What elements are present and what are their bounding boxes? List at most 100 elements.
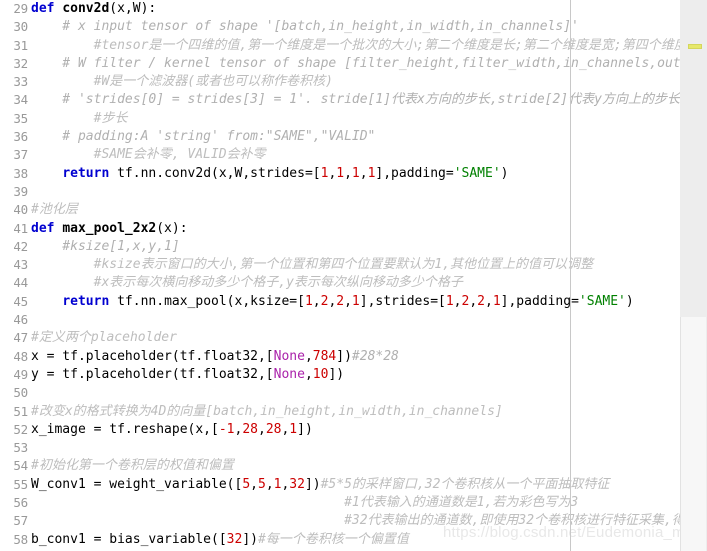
code-line-content[interactable]: b_conv1 = bias_variable([32])#每一个卷积核一个偏置… bbox=[31, 531, 409, 549]
code-line[interactable]: 56 #1代表输入的通道数是1,若为彩色写为3 bbox=[0, 494, 680, 512]
code-line[interactable]: 44 #x表示每次横向移动多少个格子,y表示每次纵向移动多少个格子 bbox=[0, 274, 680, 292]
code-editor[interactable]: https://blog.csdn.net/Eudemonia_mia 29de… bbox=[0, 0, 707, 551]
code-line-content[interactable]: #步长 bbox=[31, 110, 128, 128]
code-line[interactable]: 34 # 'strides[0] = strides[3] = 1'. stri… bbox=[0, 91, 680, 109]
code-token: b_conv1 = bias_variable([ bbox=[31, 531, 227, 547]
code-line-content[interactable]: # W filter / kernel tensor of shape [fil… bbox=[31, 55, 707, 73]
line-number: 58 bbox=[13, 531, 28, 547]
code-token: ) bbox=[500, 165, 509, 181]
code-line-content[interactable]: #x表示每次横向移动多少个格子,y表示每次纵向移动多少个格子 bbox=[31, 274, 463, 292]
code-line-content[interactable]: #ksize[1,x,y,1] bbox=[31, 238, 180, 256]
code-token: ],strides=[ bbox=[359, 293, 446, 309]
code-line-content[interactable]: # x input tensor of shape '[batch,in_hei… bbox=[31, 18, 579, 36]
code-token: 2 bbox=[336, 293, 345, 309]
line-number: 49 bbox=[13, 366, 28, 382]
code-line[interactable]: 35 #步长 bbox=[0, 110, 680, 128]
code-line[interactable]: 39 bbox=[0, 183, 680, 201]
code-line-content[interactable]: #W是一个滤波器(或者也可以称作卷积核) bbox=[31, 73, 333, 91]
code-token: #5*5的采样窗口,32个卷积核从一个平面抽取特征 bbox=[320, 476, 610, 492]
code-token: x = tf.placeholder(tf.float32,[ bbox=[31, 348, 274, 364]
code-token: #32代表输出的通道数,即使用32个卷积核进行特征采集,得到32个 bbox=[31, 513, 707, 529]
code-line[interactable]: 46 bbox=[0, 311, 680, 329]
scrollbar-thumb[interactable] bbox=[680, 317, 706, 551]
code-line-content[interactable]: #改变x的格式转换为4D的向量[batch,in_height,in_width… bbox=[31, 403, 503, 421]
code-line[interactable]: 57 #32代表输出的通道数,即使用32个卷积核进行特征采集,得到32个 bbox=[0, 512, 707, 530]
code-line[interactable]: 32 # W filter / kernel tensor of shape [… bbox=[0, 55, 707, 73]
line-number: 53 bbox=[13, 440, 28, 456]
code-line-content[interactable]: def conv2d(x,W): bbox=[31, 0, 156, 18]
code-line-content[interactable]: # padding:A 'string' from:"SAME","VALID" bbox=[31, 128, 375, 146]
code-line-content[interactable]: def max_pool_2x2(x): bbox=[31, 220, 188, 238]
code-line-content[interactable]: x_image = tf.reshape(x,[-1,28,28,1]) bbox=[31, 421, 313, 439]
code-line[interactable]: 30 # x input tensor of shape '[batch,in_… bbox=[0, 18, 680, 36]
code-line[interactable]: 36 # padding:A 'string' from:"SAME","VAL… bbox=[0, 128, 680, 146]
code-line-content[interactable]: #SAME会补零, VALID会补零 bbox=[31, 146, 266, 164]
code-token: , bbox=[265, 476, 274, 492]
code-token: #定义两个placeholder bbox=[31, 330, 177, 346]
scroll-warning-marker[interactable] bbox=[688, 44, 702, 49]
code-line-content[interactable]: #定义两个placeholder bbox=[31, 329, 177, 347]
code-line[interactable]: 52 x_image = tf.reshape(x,[-1,28,28,1]) bbox=[0, 421, 680, 439]
code-line[interactable]: 29 def conv2d(x,W): bbox=[0, 0, 680, 18]
code-line-content[interactable]: #1代表输入的通道数是1,若为彩色写为3 bbox=[31, 494, 578, 512]
line-number: 55 bbox=[13, 476, 28, 492]
code-line-content[interactable]: # 'strides[0] = strides[3] = 1'. stride[… bbox=[31, 91, 680, 109]
code-line[interactable]: 53 bbox=[0, 439, 680, 457]
code-line[interactable]: 31 #tensor是一个四维的值,第一个维度是一个批次的大小;第二个维度是长;… bbox=[0, 37, 699, 55]
code-token: -1 bbox=[218, 421, 235, 437]
code-line[interactable]: 51 #改变x的格式转换为4D的向量[batch,in_height,in_wid… bbox=[0, 403, 680, 421]
code-line[interactable]: 38 return tf.nn.conv2d(x,W,strides=[1,1,… bbox=[0, 165, 680, 183]
code-token: #SAME会补零, VALID会补零 bbox=[31, 147, 266, 163]
line-number: 54 bbox=[13, 458, 28, 474]
line-number: 52 bbox=[13, 421, 28, 437]
code-line[interactable]: 48 x = tf.placeholder(tf.float32,[None,78… bbox=[0, 348, 680, 366]
code-line-content[interactable]: return tf.nn.conv2d(x,W,strides=[1,1,1,1… bbox=[31, 165, 508, 183]
code-token: 28 bbox=[242, 421, 258, 437]
code-line[interactable]: 55 W_conv1 = weight_variable([5,5,1,32])#… bbox=[0, 476, 680, 494]
code-line[interactable]: 58 b_conv1 = bias_variable([32])#每一个卷积核一个… bbox=[0, 531, 680, 549]
code-line[interactable]: 40 #池化层 bbox=[0, 201, 680, 219]
code-line[interactable]: 41 def max_pool_2x2(x): bbox=[0, 220, 680, 238]
code-token: 1 bbox=[304, 293, 313, 309]
line-number: 45 bbox=[13, 293, 28, 309]
line-number: 47 bbox=[13, 330, 28, 346]
code-line-content[interactable]: #ksize表示窗口的大小,第一个位置和第四个位置要默认为1,其他位置上的值可以… bbox=[31, 256, 593, 274]
line-number: 34 bbox=[13, 92, 28, 108]
code-line[interactable]: 49 y = tf.placeholder(tf.float32,[None,10… bbox=[0, 366, 680, 384]
code-token: #ksize表示窗口的大小,第一个位置和第四个位置要默认为1,其他位置上的值可以… bbox=[31, 257, 594, 273]
code-line-content[interactable]: #初始化第一个卷积层的权值和偏置 bbox=[31, 457, 234, 475]
code-line-content[interactable]: return tf.nn.max_pool(x,ksize=[1,2,2,1],… bbox=[31, 293, 633, 311]
code-line[interactable]: 45 return tf.nn.max_pool(x,ksize=[1,2,2,… bbox=[0, 293, 680, 311]
code-token: 32 bbox=[289, 476, 305, 492]
code-line[interactable]: 43 #ksize表示窗口的大小,第一个位置和第四个位置要默认为1,其他位置上的… bbox=[0, 256, 680, 274]
code-token: #x表示每次横向移动多少个格子,y表示每次纵向移动多少个格子 bbox=[31, 275, 463, 291]
code-token: None bbox=[273, 348, 305, 364]
code-token: #每一个卷积核一个偏置值 bbox=[257, 531, 409, 547]
code-line-content[interactable]: W_conv1 = weight_variable([5,5,1,32])#5*… bbox=[31, 476, 609, 494]
code-line-content[interactable]: #32代表输出的通道数,即使用32个卷积核进行特征采集,得到32个 bbox=[31, 512, 707, 530]
line-number: 48 bbox=[13, 348, 28, 364]
code-token: (x,W): bbox=[109, 1, 157, 16]
code-token: #ksize[1,x,y,1] bbox=[31, 238, 180, 254]
code-token: ]) bbox=[297, 421, 313, 437]
code-line-content[interactable]: #tensor是一个四维的值,第一个维度是一个批次的大小;第二个维度是长;第二个… bbox=[31, 37, 700, 55]
line-number: 32 bbox=[13, 55, 28, 71]
code-surface[interactable]: 29 def conv2d(x,W): 30 # x input tensor of… bbox=[0, 0, 707, 551]
code-token: #步长 bbox=[31, 110, 128, 126]
line-number: 57 bbox=[13, 513, 28, 529]
scroll-gutter[interactable] bbox=[680, 0, 707, 551]
code-line-content[interactable]: x = tf.placeholder(tf.float32,[None,784]… bbox=[31, 348, 399, 366]
code-token: , bbox=[312, 293, 321, 309]
code-line-content[interactable]: y = tf.placeholder(tf.float32,[None,10]) bbox=[31, 366, 344, 384]
code-token: , bbox=[359, 165, 368, 181]
line-number: 56 bbox=[13, 495, 28, 511]
code-line[interactable]: 37 #SAME会补零, VALID会补零 bbox=[0, 146, 680, 164]
code-line[interactable]: 47 #定义两个placeholder bbox=[0, 329, 680, 347]
code-line[interactable]: 54 #初始化第一个卷积层的权值和偏置 bbox=[0, 457, 680, 475]
code-line[interactable]: 42 #ksize[1,x,y,1] bbox=[0, 238, 680, 256]
code-line[interactable]: 50 bbox=[0, 384, 680, 402]
line-number: 38 bbox=[13, 165, 28, 181]
code-line-content[interactable]: #池化层 bbox=[31, 201, 78, 219]
code-line[interactable]: 33 #W是一个滤波器(或者也可以称作卷积核) bbox=[0, 73, 680, 91]
